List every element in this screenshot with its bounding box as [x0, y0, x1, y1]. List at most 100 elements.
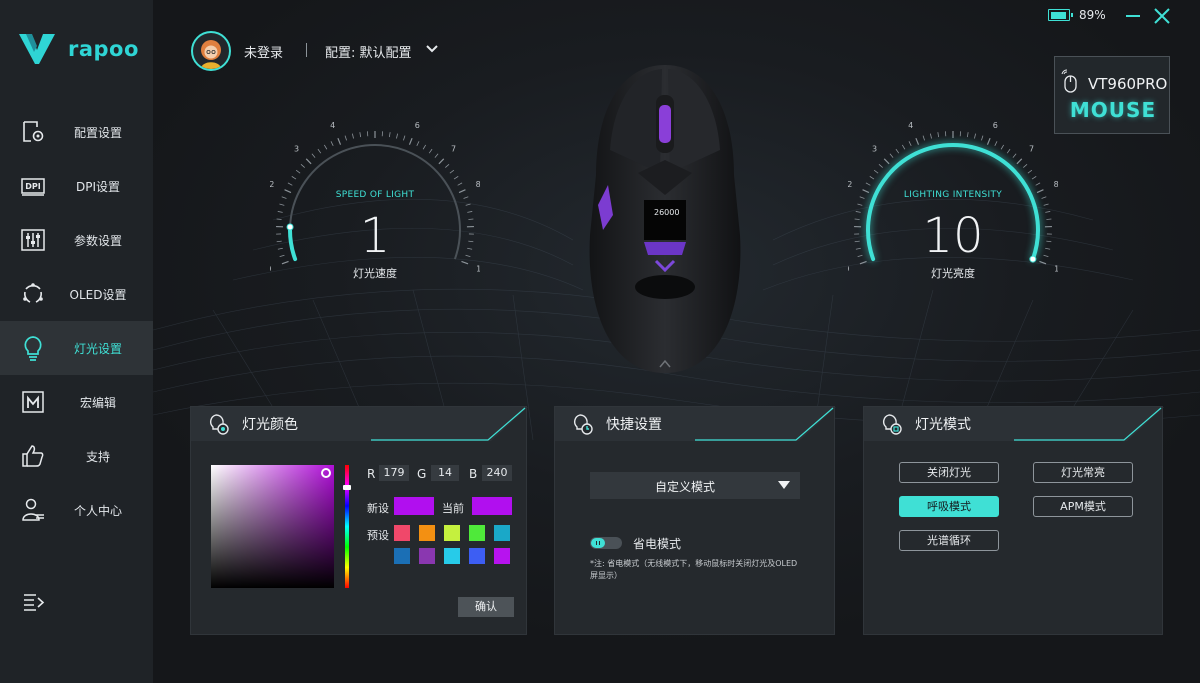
- sidebar-item-macro[interactable]: 宏编辑: [0, 375, 153, 429]
- speed-gauge[interactable]: 012345678910 SPEED OF LIGHT 1 灯光速度: [270, 120, 480, 310]
- sidebar-item-profile[interactable]: 个人中心: [0, 483, 153, 537]
- gauge-tick: [337, 137, 342, 145]
- preset-color-swatch[interactable]: [444, 548, 460, 564]
- sidebar-item-config[interactable]: 配置设置: [0, 105, 153, 159]
- preset-color-swatch[interactable]: [469, 525, 485, 541]
- avatar[interactable]: [191, 31, 231, 71]
- device-card[interactable]: VT960PRO MOUSE: [1054, 56, 1170, 134]
- gauge-tick-label: 8: [1054, 180, 1058, 189]
- light-mode-dropdown[interactable]: 自定义模式: [590, 472, 800, 499]
- gauge-tick: [937, 132, 940, 138]
- gauge-tick: [981, 135, 984, 141]
- gauge-tick: [883, 158, 890, 165]
- preset-color-swatch[interactable]: [419, 525, 435, 541]
- preset-color-swatch[interactable]: [494, 525, 510, 541]
- gauge-tick: [1043, 203, 1049, 206]
- gauge-tick: [1016, 158, 1023, 165]
- sidebar-item-dpi[interactable]: DPI DPI设置: [0, 159, 153, 213]
- sidebar-item-label: 个人中心: [73, 503, 122, 518]
- gauge-tick-label: 4: [330, 121, 335, 130]
- blue-label: B: [469, 467, 478, 481]
- minimize-icon[interactable]: [1124, 7, 1142, 25]
- power-save-toggle[interactable]: [590, 537, 622, 549]
- green-input[interactable]: 14: [431, 465, 459, 481]
- gauge-tick: [1031, 176, 1037, 180]
- rapoo-logo: rapoo: [18, 30, 139, 68]
- preset-color-swatch[interactable]: [444, 525, 460, 541]
- light-mode-panel-header: 灯光模式: [864, 407, 1164, 441]
- rapoo-v-icon: [19, 34, 55, 64]
- config-icon: [23, 121, 44, 142]
- sidebar-item-params[interactable]: 参数设置: [0, 213, 153, 267]
- hue-slider[interactable]: [343, 465, 351, 588]
- preset-color-swatch[interactable]: [394, 548, 410, 564]
- dpi-icon: DPI: [21, 178, 45, 196]
- mouse-screen-dpi: 26000: [654, 208, 679, 217]
- gauge-tick: [465, 203, 471, 206]
- light-mode-panel: 灯光模式 关闭灯光 灯光常亮 呼吸模式 APM模式 光谱循环: [863, 406, 1164, 635]
- brand-name: rapoo: [68, 37, 139, 61]
- sidebar-item-label: 宏编辑: [79, 395, 116, 410]
- dropdown-triangle-icon: [778, 481, 790, 489]
- saturation-value-picker[interactable]: [211, 465, 334, 588]
- gauge-tick: [873, 169, 879, 174]
- sliders-icon: [21, 229, 45, 251]
- blue-input[interactable]: 240: [482, 465, 512, 481]
- gauge-tick: [895, 148, 900, 154]
- confirm-button[interactable]: 确认: [458, 597, 514, 617]
- profile-selector[interactable]: 配置: 默认配置: [325, 42, 412, 61]
- gauge-tick: [295, 169, 301, 174]
- collapse-menu-icon[interactable]: [22, 590, 46, 614]
- quick-panel-title: 快捷设置: [606, 417, 662, 433]
- gauge-tick: [305, 158, 312, 165]
- power-save-note: *注: 省电模式（无线模式下，移动鼠标时关闭灯光及OLED屏显示）: [590, 559, 798, 580]
- gauge-tick: [434, 153, 439, 158]
- device-name: VT960PRO: [1088, 75, 1168, 93]
- red-input[interactable]: 179: [379, 465, 409, 481]
- gauge-tick: [453, 176, 459, 180]
- speed-gauge-title: SPEED OF LIGHT: [335, 190, 415, 200]
- gauge-tick: [994, 141, 998, 146]
- preset-color-swatch[interactable]: [494, 548, 510, 564]
- sidebar-item-label: OLED设置: [69, 287, 127, 302]
- green-label: G: [417, 467, 427, 481]
- mode-breathing-button[interactable]: 呼吸模式: [899, 496, 999, 517]
- gauge-tick: [352, 133, 354, 139]
- oled-icon: [23, 283, 43, 303]
- sidebar: rapoo 配置设置 DPI DPI设置 参数设置 OLED设置 灯光设置 宏编…: [0, 0, 153, 683]
- quick-settings-panel: 快捷设置 自定义模式 省电模式 *注: 省电模式（无线模式下，移动鼠标时关闭灯光…: [554, 406, 836, 635]
- intensity-gauge[interactable]: 012345678910 LIGHTING INTENSITY 10 灯光亮度: [848, 120, 1058, 310]
- gauge-tick: [428, 148, 433, 154]
- gauge-tick: [279, 203, 285, 206]
- avatar-face-icon: [201, 40, 221, 69]
- sidebar-item-label: 配置设置: [73, 125, 122, 140]
- gauge-tick: [1000, 144, 1005, 150]
- intensity-gauge-label: 灯光亮度: [931, 267, 975, 280]
- hue-slider-handle[interactable]: [343, 485, 351, 490]
- sidebar-item-support[interactable]: 支持: [0, 429, 153, 483]
- preset-color-swatch[interactable]: [394, 525, 410, 541]
- current-color-swatch: [472, 497, 512, 515]
- mode-lights-off-button[interactable]: 关闭灯光: [899, 462, 999, 483]
- gauge-tick: [865, 182, 871, 186]
- color-picker-handle[interactable]: [321, 468, 331, 478]
- close-icon[interactable]: [1152, 6, 1172, 26]
- chevron-down-icon[interactable]: [425, 44, 439, 54]
- color-panel-header: 灯光颜色: [191, 407, 528, 441]
- color-panel-title: 灯光颜色: [242, 417, 298, 433]
- device-type: MOUSE: [1069, 98, 1157, 122]
- sidebar-item-oled[interactable]: OLED设置: [0, 267, 153, 321]
- gauge-tick: [930, 133, 932, 139]
- gauge-tick: [396, 133, 398, 139]
- preset-color-swatch[interactable]: [469, 548, 485, 564]
- preset-color-swatch[interactable]: [419, 548, 435, 564]
- sidebar-item-lighting[interactable]: 灯光设置: [0, 321, 153, 375]
- mode-always-on-button[interactable]: 灯光常亮: [1033, 462, 1133, 483]
- login-status[interactable]: 未登录: [244, 42, 283, 61]
- gauge-tick-label: 3: [872, 145, 877, 154]
- gauge-tick: [974, 133, 976, 139]
- light-mode-panel-title: 灯光模式: [915, 417, 971, 433]
- thumbs-up-icon: [22, 445, 44, 467]
- mode-spectrum-button[interactable]: 光谱循环: [899, 530, 999, 551]
- mode-apm-button[interactable]: APM模式: [1033, 496, 1133, 517]
